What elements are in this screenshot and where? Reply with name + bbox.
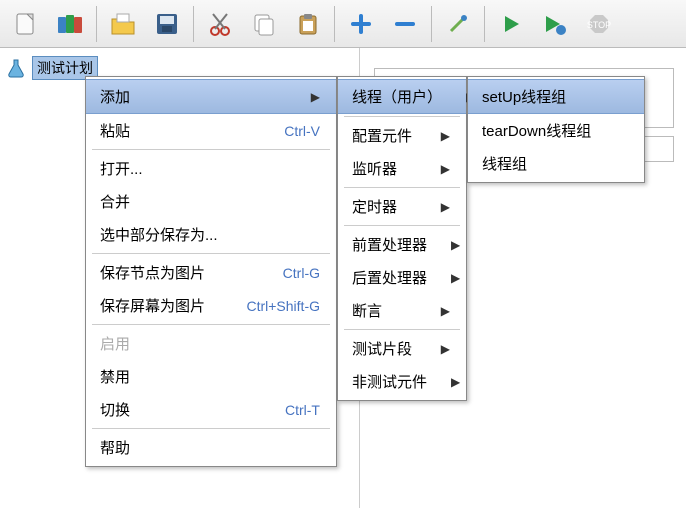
tb-cut[interactable] bbox=[200, 4, 240, 44]
tb-open[interactable] bbox=[103, 4, 143, 44]
menu-save-node-image[interactable]: 保存节点为图片 Ctrl-G bbox=[86, 256, 336, 289]
tb-remove[interactable] bbox=[385, 4, 425, 44]
menu-paste-shortcut: Ctrl-V bbox=[284, 123, 320, 139]
menu-save-screen-image[interactable]: 保存屏幕为图片 Ctrl+Shift-G bbox=[86, 289, 336, 322]
toolbar: STOP bbox=[0, 0, 686, 48]
tb-wand[interactable] bbox=[438, 4, 478, 44]
submenu-postproc[interactable]: 后置处理器▶ bbox=[338, 261, 466, 294]
menu-open[interactable]: 打开... bbox=[86, 152, 336, 185]
flask-icon bbox=[6, 58, 26, 78]
submenu-threads[interactable]: 线程（用户） ▶ bbox=[338, 79, 466, 114]
submenu-timer[interactable]: 定时器▶ bbox=[338, 190, 466, 223]
menu-help[interactable]: 帮助 bbox=[86, 431, 336, 464]
tb-stop[interactable]: STOP bbox=[579, 4, 619, 44]
threads-submenu: setUp线程组 tearDown线程组 线程组 bbox=[467, 76, 645, 183]
menu-paste[interactable]: 粘贴 Ctrl-V bbox=[86, 114, 336, 147]
submenu-frag[interactable]: 测试片段▶ bbox=[338, 332, 466, 365]
thread-teardown[interactable]: tearDown线程组 bbox=[468, 114, 644, 147]
thread-group[interactable]: 线程组 bbox=[468, 147, 644, 180]
submenu-assert[interactable]: 断言▶ bbox=[338, 294, 466, 327]
svg-text:STOP: STOP bbox=[587, 20, 611, 30]
menu-add-label: 添加 bbox=[100, 86, 130, 107]
menu-add[interactable]: 添加 ▶ bbox=[86, 79, 336, 114]
menu-merge[interactable]: 合并 bbox=[86, 185, 336, 218]
submenu-preproc[interactable]: 前置处理器▶ bbox=[338, 228, 466, 261]
menu-paste-label: 粘贴 bbox=[100, 120, 130, 141]
tb-new[interactable] bbox=[6, 4, 46, 44]
menu-disable[interactable]: 禁用 bbox=[86, 360, 336, 393]
tb-add[interactable] bbox=[341, 4, 381, 44]
tb-play[interactable] bbox=[491, 4, 531, 44]
tb-templates[interactable] bbox=[50, 4, 90, 44]
menu-toggle[interactable]: 切换 Ctrl-T bbox=[86, 393, 336, 426]
context-menu: 添加 ▶ 粘贴 Ctrl-V 打开... 合并 选中部分保存为... 保存节点为… bbox=[85, 76, 337, 467]
submenu-nontest[interactable]: 非测试元件▶ bbox=[338, 365, 466, 398]
tb-copy[interactable] bbox=[244, 4, 284, 44]
thread-setup[interactable]: setUp线程组 bbox=[468, 79, 644, 114]
chevron-right-icon: ▶ bbox=[311, 90, 320, 104]
submenu-listener[interactable]: 监听器▶ bbox=[338, 152, 466, 185]
tb-paste[interactable] bbox=[288, 4, 328, 44]
tb-play-no-pause[interactable] bbox=[535, 4, 575, 44]
menu-save-selection[interactable]: 选中部分保存为... bbox=[86, 218, 336, 251]
add-submenu: 线程（用户） ▶ 配置元件▶ 监听器▶ 定时器▶ 前置处理器▶ 后置处理器▶ 断… bbox=[337, 76, 467, 401]
tb-save[interactable] bbox=[147, 4, 187, 44]
submenu-config[interactable]: 配置元件▶ bbox=[338, 119, 466, 152]
menu-enable: 启用 bbox=[86, 327, 336, 360]
